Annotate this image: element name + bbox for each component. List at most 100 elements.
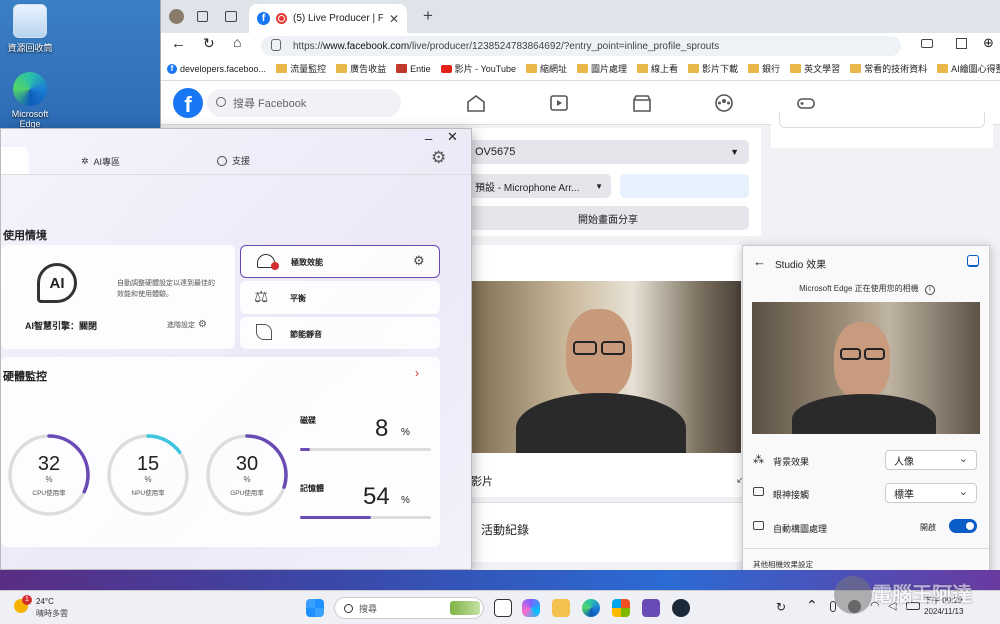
camera-settings-icon[interactable] [967,255,979,267]
favorite-folder[interactable]: AI繪圖心得整理 [937,62,1000,75]
chevron-right-icon[interactable]: › [415,366,419,380]
edge-icon[interactable] [582,599,600,617]
favorite-folder[interactable]: 縮網址 [525,62,567,75]
start-windows-icon[interactable] [306,599,324,617]
gpu-label: GPU使用率 [230,490,264,497]
eye-contact-icon [753,487,764,496]
glasses-right [601,341,625,355]
profile-avatar[interactable] [169,9,184,24]
facebook-favicon-icon: f [257,12,270,25]
settings-gear-icon[interactable]: ⚙ [431,148,446,168]
gaming-nav-icon[interactable] [796,94,816,112]
desktop-icon-recycle-bin[interactable]: 資源回收筒 [0,4,60,54]
watermark-mascot-icon [834,576,872,614]
folder-icon [748,64,760,73]
workspaces-icon[interactable] [197,11,208,22]
favorite-folder[interactable]: 銀行 [748,62,780,75]
activity-log-link[interactable]: 活動紀錄 [481,521,529,538]
desktop-icon-edge[interactable]: Microsoft Edge [0,72,60,129]
camera-in-use-icon[interactable] [921,39,933,48]
minimize-button[interactable]: – [425,131,432,146]
mode-quiet[interactable]: 節能靜音 [240,317,440,349]
audio-select[interactable]: 預設 - Microphone Arr... ▼ [467,174,611,198]
video-nav-icon[interactable] [549,94,569,112]
steam-icon[interactable] [672,599,690,617]
favorite-item[interactable]: f developers.faceboo... [167,63,266,74]
watermark: 電腦王阿達 http://www.kocpc.com.tw [828,576,998,622]
tab-support[interactable]: 支援 [217,154,250,167]
task-view-icon[interactable] [494,599,512,617]
facebook-search-input[interactable]: 搜尋 Facebook [207,89,401,117]
close-button[interactable]: ✕ [447,129,458,145]
file-explorer-icon[interactable] [552,599,570,617]
camera-in-use-text: Microsoft Edge 正在使用您的相機 i [743,283,991,295]
tab-ai-zone[interactable]: ✲ AI專區 [81,155,120,168]
site-info-icon[interactable] [271,39,281,51]
folder-icon [276,64,288,73]
advanced-settings-link[interactable]: 進階設定 ⚙ [167,319,207,330]
background-effect-select[interactable]: 人像 [885,450,977,470]
youtube-icon [440,64,452,73]
person-shirt [792,394,936,434]
url-field[interactable]: https://www.facebook.com/live/producer/1… [261,36,901,56]
mode-label: 極致效能 [291,258,323,267]
taskbar-search-input[interactable]: 搜尋 [334,597,484,619]
tab-live-producer[interactable]: f (5) Live Producer | Facebook ✕ [249,4,407,33]
close-tab-icon[interactable]: ✕ [389,12,399,26]
eye-contact-label: 眼神接觸 [773,490,810,500]
memory-label: 記憶體 [300,484,324,493]
tray-refresh-icon[interactable]: ↻ [776,600,786,614]
tab-actions-icon[interactable] [225,11,237,22]
mode-label: 平衡 [290,294,306,303]
watermark-text: 電腦王阿達 [872,584,972,606]
cpu-unit: % [45,475,53,484]
tray-overflow-icon[interactable]: ⌃ [806,597,818,614]
favorite-folder[interactable]: 圖片處理 [577,62,627,75]
camera-select[interactable]: OV5675 ▼ [467,140,749,164]
auto-framing-toggle[interactable] [949,519,977,533]
home-icon[interactable]: ⌂ [233,34,241,50]
extensions-icon[interactable]: ⊕ [983,35,994,51]
mode-gear-icon[interactable]: ⚙ [413,253,425,269]
hardware-monitor-tile: 硬體監控 › 32 % CPU使用率 15 % NPU使用率 30 % GPU使… [1,357,440,547]
activity-log-card: 活動紀錄 [461,502,761,562]
mode-extreme-performance[interactable]: 極致效能 ⚙ [240,245,440,278]
folder-icon [637,64,649,73]
favorite-folder[interactable]: 常看的技術資料 [850,62,927,75]
background-effect-label: 背景效果 [773,457,810,467]
favorite-folder[interactable]: 英文學習 [790,62,840,75]
favorite-item[interactable]: 影片 - YouTube [440,62,516,75]
copilot-icon[interactable] [522,599,540,617]
url-domain: www.facebook.com [323,40,410,52]
back-icon[interactable]: ← [171,35,186,52]
favorite-item[interactable]: Entie [396,64,431,74]
camera-preview [471,281,741,453]
home-nav-icon[interactable] [466,94,486,112]
split-screen-icon[interactable] [956,38,967,49]
groups-nav-icon[interactable] [714,94,734,112]
right-column-card [771,112,993,148]
store-icon[interactable] [612,599,630,617]
info-icon[interactable]: i [924,285,935,295]
back-icon[interactable]: ← [753,254,766,269]
favorite-folder[interactable]: 影片下載 [688,62,738,75]
ai-engine-status: AI智慧引擎：關閉 [25,321,98,331]
url-path: /live/producer/1238524783864692/?entry_p… [409,40,720,52]
weather-widget[interactable]: 1 24°C 晴時多雲 [14,595,84,621]
desktop-icon-label: 資源回收筒 [7,43,53,53]
active-check-icon [271,262,279,270]
refresh-icon[interactable]: ↻ [203,35,215,52]
eye-contact-select[interactable]: 標準 [885,483,977,503]
favorite-folder[interactable]: 廣告收益 [336,62,386,75]
facebook-logo-icon[interactable]: f [173,88,203,118]
favorite-folder[interactable]: 流量監控 [276,62,326,75]
weather-badge: 1 [22,595,32,605]
ai-app-icon[interactable] [642,599,660,617]
more-camera-settings-link[interactable]: 其他相機效果設定 [753,559,813,570]
favorite-folder[interactable]: 線上看 [637,62,678,75]
folder-icon [525,64,537,73]
share-screen-button[interactable]: 開始畫面分享 [467,206,749,230]
marketplace-nav-icon[interactable] [632,94,652,112]
new-tab-icon[interactable]: + [423,6,433,26]
mode-balanced[interactable]: ⚖ 平衡 [240,281,440,314]
